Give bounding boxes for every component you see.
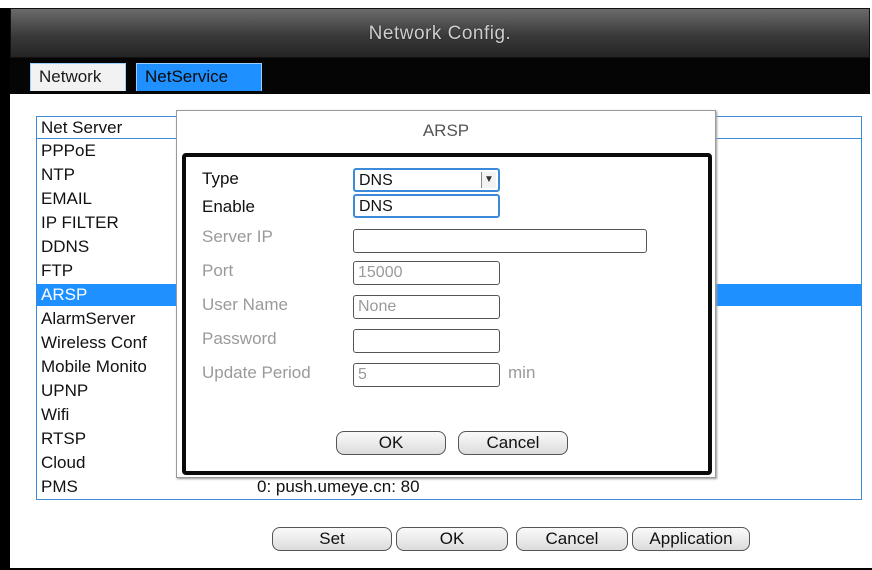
list-item-label: Cloud bbox=[41, 453, 86, 472]
server-ip-label: Server IP bbox=[202, 227, 273, 246]
port-label: Port bbox=[202, 261, 234, 280]
list-item-label: DDNS bbox=[41, 237, 90, 256]
list-item-label: Wifi bbox=[41, 405, 70, 424]
update-period-field[interactable]: 5 bbox=[353, 363, 500, 387]
list-item-label: AlarmServer bbox=[41, 309, 136, 328]
enable-label: Enable bbox=[202, 197, 255, 216]
password-field[interactable] bbox=[353, 329, 500, 353]
list-item-label: FTP bbox=[41, 261, 74, 280]
dialog-ok-button[interactable]: OK bbox=[336, 431, 446, 455]
title-bar: Network Config. bbox=[10, 8, 870, 58]
set-button[interactable]: Set bbox=[272, 527, 392, 551]
username-label: User Name bbox=[202, 295, 288, 314]
dialog-title: ARSP bbox=[422, 121, 470, 140]
network-config-window: Network Config. Network NetService Net S… bbox=[0, 0, 872, 570]
type-label: Type bbox=[202, 169, 239, 188]
dialog-form: Type DNS ▼ Enable DNS Server IP Port 150… bbox=[182, 153, 712, 475]
password-label: Password bbox=[202, 329, 277, 348]
list-item-label: UPNP bbox=[41, 381, 89, 400]
cancel-button[interactable]: Cancel bbox=[516, 527, 628, 551]
type-value: DNS bbox=[359, 172, 393, 189]
application-button[interactable]: Application bbox=[632, 527, 750, 551]
list-item-pms[interactable]: PMS 0: push.umeye.cn: 80 bbox=[37, 476, 861, 498]
tab-network[interactable]: Network bbox=[30, 63, 126, 91]
arsp-dialog: ARSP Type DNS ▼ Enable DNS Server IP Por… bbox=[176, 110, 716, 478]
list-item-label: PPPoE bbox=[41, 141, 96, 160]
server-ip-field[interactable] bbox=[353, 229, 647, 253]
window-title: Network Config. bbox=[368, 23, 512, 44]
update-period-label: Update Period bbox=[202, 363, 311, 382]
list-item-label: IP FILTER bbox=[41, 213, 119, 232]
pms-value: 0: push.umeye.cn: 80 bbox=[257, 477, 420, 496]
window-left-edge bbox=[0, 8, 10, 570]
type-dropdown[interactable]: DNS ▼ bbox=[353, 168, 500, 192]
port-field[interactable]: 15000 bbox=[353, 261, 500, 285]
dialog-cancel-button[interactable]: Cancel bbox=[458, 431, 568, 455]
list-item-label: PMS bbox=[41, 477, 78, 496]
username-field[interactable]: None bbox=[353, 295, 500, 319]
list-item-label: EMAIL bbox=[41, 189, 93, 208]
tab-bar: Network NetService bbox=[10, 58, 870, 94]
list-item-label: Mobile Monito bbox=[41, 357, 147, 376]
list-item-label: Wireless Conf bbox=[41, 333, 147, 352]
enable-field[interactable]: DNS bbox=[353, 194, 500, 218]
list-item-label: RTSP bbox=[41, 429, 87, 448]
list-header-label: Net Server bbox=[41, 118, 123, 137]
tab-netservice[interactable]: NetService bbox=[136, 63, 262, 91]
list-item-label: ARSP bbox=[41, 285, 88, 304]
update-period-unit: min bbox=[508, 363, 536, 382]
ok-button[interactable]: OK bbox=[396, 527, 508, 551]
list-item-label: NTP bbox=[41, 165, 75, 184]
chevron-down-icon[interactable]: ▼ bbox=[481, 172, 496, 188]
